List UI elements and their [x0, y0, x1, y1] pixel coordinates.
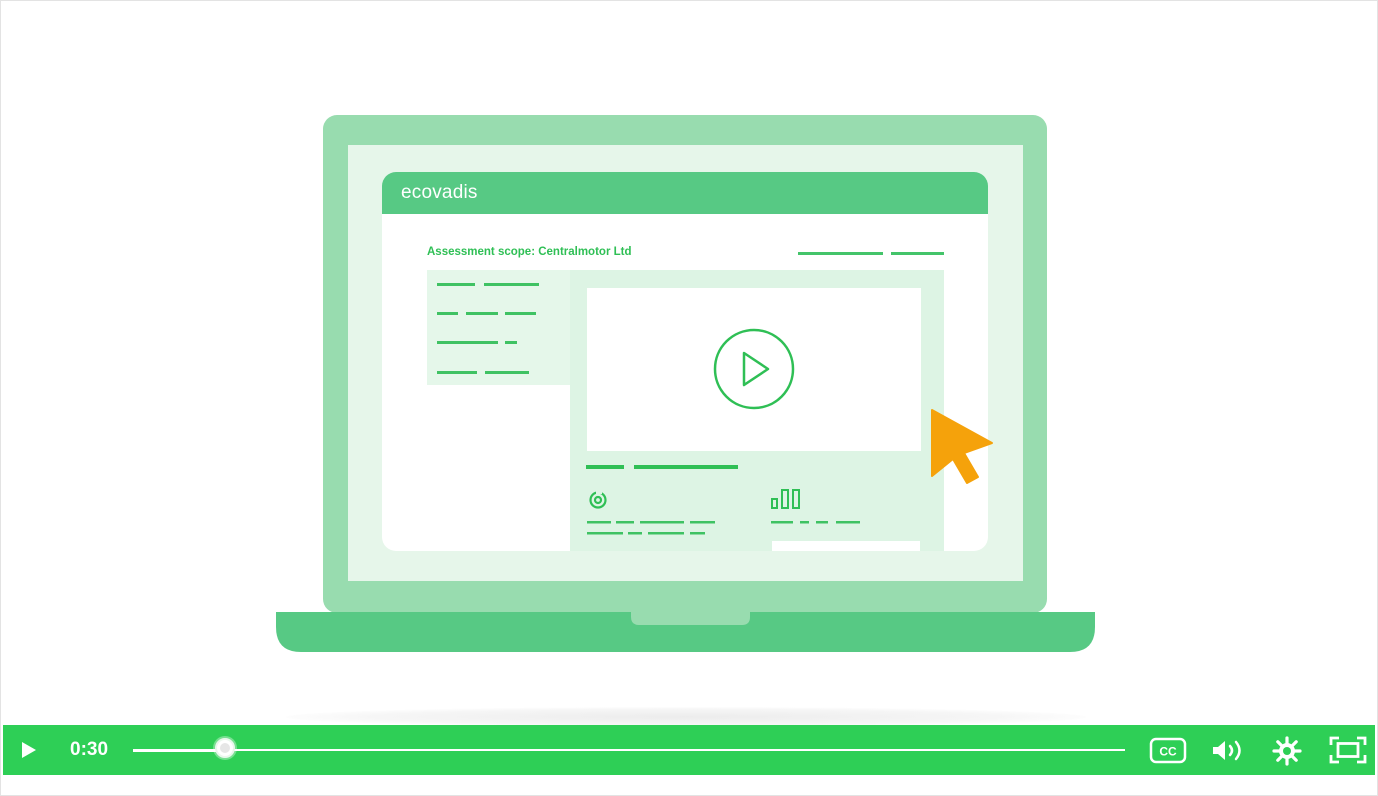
stat-box: [772, 541, 920, 551]
laptop-illustration: [276, 115, 1095, 652]
progress-fill: [133, 748, 226, 752]
header-line: [798, 252, 883, 255]
content-line: [586, 465, 624, 469]
video-frame[interactable]: ecovadis Assessment scope: Centralmotor …: [1, 1, 1377, 727]
progress-handle[interactable]: [215, 738, 236, 758]
video-player: ecovadis Assessment scope: Centralmotor …: [0, 0, 1378, 796]
svg-text:CC: CC: [1159, 745, 1177, 759]
ecovadis-logo: ecovadis: [401, 182, 478, 203]
progress-bar[interactable]: [133, 738, 1125, 758]
captions-button[interactable]: CC: [1149, 737, 1187, 764]
current-time: 0:30: [70, 739, 109, 760]
assessment-scope-title: Assessment scope: Centralmotor Ltd: [427, 246, 632, 258]
fullscreen-icon: [1329, 736, 1367, 764]
content-line: [634, 465, 738, 469]
fullscreen-button[interactable]: [1329, 735, 1367, 765]
sidebar-blank: [427, 385, 570, 551]
player-controls-bar: 0:30 CC: [3, 725, 1375, 775]
header-line: [891, 252, 944, 255]
laptop-notch: [631, 612, 750, 625]
volume-button[interactable]: [1209, 737, 1247, 764]
gear-icon: [1272, 736, 1302, 766]
volume-icon: [1213, 740, 1241, 761]
closed-captions-icon: CC: [1149, 737, 1187, 764]
play-icon: [22, 742, 36, 758]
settings-button[interactable]: [1271, 735, 1303, 767]
play-button[interactable]: [15, 737, 41, 763]
embedded-video: [587, 288, 921, 451]
